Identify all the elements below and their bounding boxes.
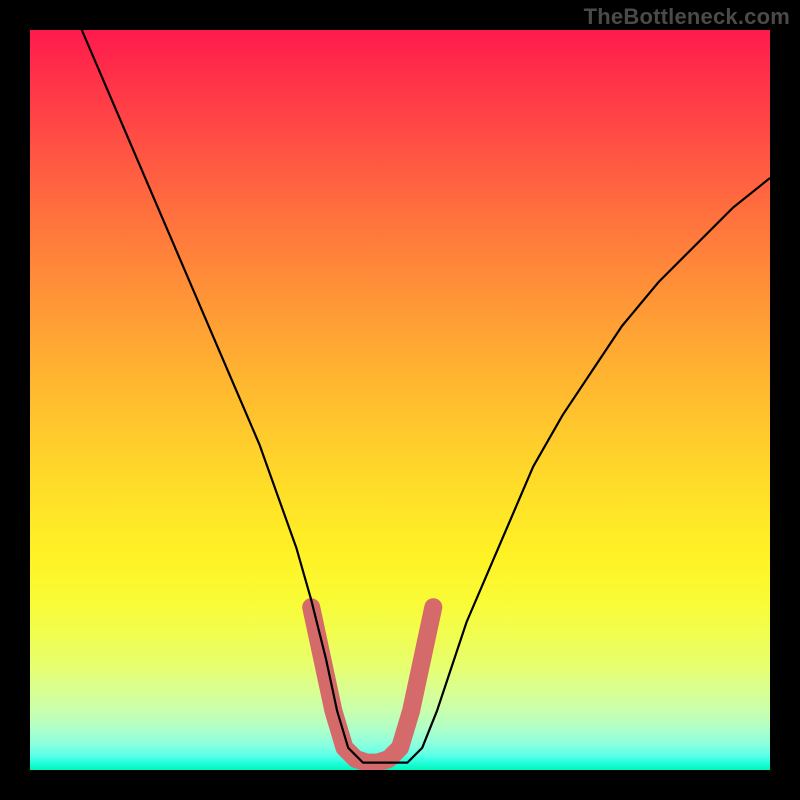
plot-area [30, 30, 770, 770]
watermark-text: TheBottleneck.com [584, 4, 790, 30]
chart-svg [30, 30, 770, 770]
optimal-zone-line [311, 607, 433, 762]
chart-frame: TheBottleneck.com [0, 0, 800, 800]
